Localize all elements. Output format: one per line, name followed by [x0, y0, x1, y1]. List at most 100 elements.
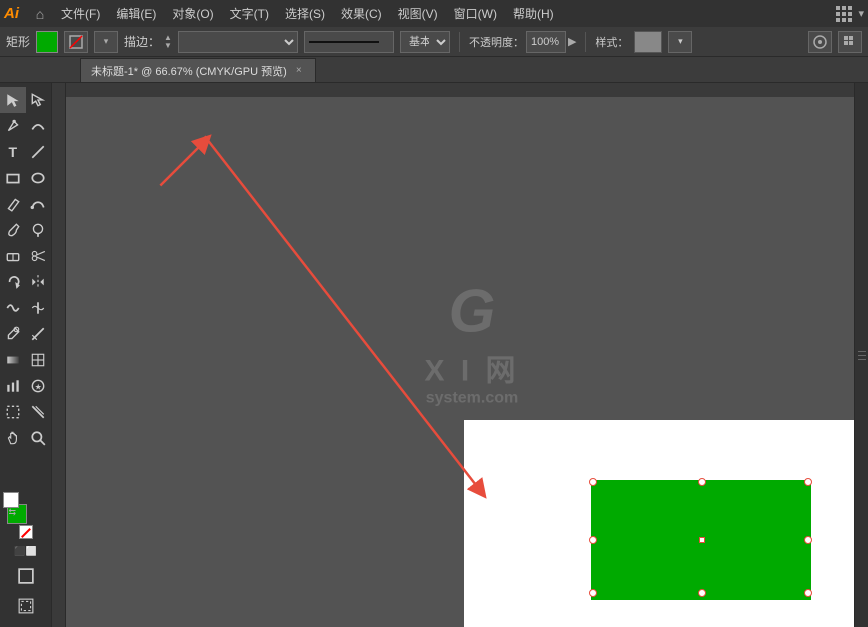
- ruler-top: /* ruler ticks */: [52, 83, 854, 97]
- ellipse-tool-btn[interactable]: [26, 165, 52, 191]
- snap-label: 描边：: [124, 33, 160, 50]
- opacity-icon[interactable]: [808, 31, 832, 53]
- swap-colors-btn[interactable]: ⇆: [9, 507, 17, 518]
- tool-row-type: T: [0, 139, 51, 165]
- tool-row-pen: [0, 113, 51, 139]
- app-logo: Ai: [4, 5, 19, 22]
- blob-brush-tool-btn[interactable]: [26, 217, 52, 243]
- tool-row-hand: [0, 425, 51, 451]
- rotate-tool-btn[interactable]: [0, 269, 26, 295]
- measure-tool-btn[interactable]: [26, 321, 52, 347]
- reflect-tool-btn[interactable]: [26, 269, 52, 295]
- width-tool-btn[interactable]: [26, 295, 52, 321]
- fill-color-box[interactable]: [36, 31, 58, 53]
- properties-toolbar: 矩形 ▾ 描边： ▲▼ 基本 不透明度： ▶ 样式： ▾: [0, 27, 868, 57]
- eraser-tool-btn[interactable]: [0, 243, 26, 269]
- draw-behind-mode-btn[interactable]: [13, 593, 39, 619]
- smooth-tool-btn[interactable]: [26, 191, 52, 217]
- stroke-none-icon[interactable]: [64, 31, 88, 53]
- panel-icon[interactable]: [838, 31, 862, 53]
- warp-tool-btn[interactable]: [0, 295, 26, 321]
- chart-tool-btn[interactable]: [0, 373, 26, 399]
- tab-close-button[interactable]: ×: [293, 65, 305, 77]
- selection-tool-btn[interactable]: [0, 87, 26, 113]
- stroke-input[interactable]: [304, 31, 394, 53]
- separator-1: [459, 32, 460, 52]
- eyedropper-tool-btn[interactable]: [0, 321, 26, 347]
- artboard-tool-btn[interactable]: [0, 399, 26, 425]
- menu-select[interactable]: 选择(S): [277, 3, 333, 24]
- menu-right: ▾: [836, 6, 864, 22]
- main-layout: T: [0, 83, 868, 627]
- type-tool-btn[interactable]: T: [0, 139, 26, 165]
- tool-row-artboard: [0, 399, 51, 425]
- menu-help[interactable]: 帮助(H): [505, 3, 562, 24]
- menu-file[interactable]: 文件(F): [53, 3, 108, 24]
- selection-handle-mid-left[interactable]: [589, 536, 597, 544]
- selection-handle-bottom-mid[interactable]: [698, 589, 706, 597]
- selection-handle-mid-right[interactable]: [804, 536, 812, 544]
- gradient-tool-btn[interactable]: [0, 347, 26, 373]
- menu-view[interactable]: 视图(V): [390, 3, 446, 24]
- tool-row-eyedropper: [0, 321, 51, 347]
- opacity-input[interactable]: [526, 31, 566, 53]
- background-color-swatch[interactable]: [3, 492, 19, 508]
- stroke-style-select[interactable]: 基本: [400, 31, 450, 53]
- mesh-tool-btn[interactable]: [26, 347, 52, 373]
- pen-tool-btn[interactable]: [0, 113, 26, 139]
- hand-tool-btn[interactable]: [0, 425, 26, 451]
- symbol-tool-btn[interactable]: ★: [26, 373, 52, 399]
- draw-normal-mode-btn[interactable]: [13, 563, 39, 589]
- tab-title: 未标题-1* @ 66.67% (CMYK/GPU 预览): [91, 63, 287, 79]
- selection-handle-bottom-right[interactable]: [804, 589, 812, 597]
- slice-tool-btn[interactable]: [26, 399, 52, 425]
- tool-row-gradient: [0, 347, 51, 373]
- style-color-preview[interactable]: [634, 31, 662, 53]
- right-panel: [854, 83, 868, 627]
- menu-effect[interactable]: 效果(C): [333, 3, 390, 24]
- zoom-tool-btn[interactable]: [26, 425, 52, 451]
- reset-colors-btn[interactable]: ⬛⬜: [14, 546, 36, 557]
- snap-stepper[interactable]: ▲▼: [164, 34, 172, 50]
- tool-row-warp: [0, 295, 51, 321]
- scissors-tool-btn[interactable]: [26, 243, 52, 269]
- curvature-tool-btn[interactable]: [26, 113, 52, 139]
- home-icon[interactable]: ⌂: [27, 1, 53, 27]
- selection-handle-top-mid[interactable]: [698, 478, 706, 486]
- style-label: 样式：: [595, 34, 628, 50]
- tool-row-brush: [0, 217, 51, 243]
- tool-row-1: [0, 87, 51, 113]
- tool-row-transform: [0, 269, 51, 295]
- ruler-left: [52, 83, 66, 627]
- menu-window[interactable]: 窗口(W): [446, 3, 505, 24]
- menu-object[interactable]: 对象(O): [164, 3, 221, 24]
- color-swatches: ⇆ ⬛⬜: [3, 482, 49, 559]
- menu-edit[interactable]: 编辑(E): [108, 3, 164, 24]
- style-dropdown[interactable]: ▾: [668, 31, 692, 53]
- none-swatch[interactable]: [19, 525, 33, 539]
- tool-row-eraser: [0, 243, 51, 269]
- selection-handle-top-right[interactable]: [804, 478, 812, 486]
- direct-selection-tool-btn[interactable]: [26, 87, 52, 113]
- opacity-label: 不透明度：: [469, 34, 524, 50]
- tool-row-shape: [0, 165, 51, 191]
- workspace-arrow: ▾: [858, 7, 864, 20]
- white-canvas: [464, 420, 854, 627]
- document-tab[interactable]: 未标题-1* @ 66.67% (CMYK/GPU 预览) ×: [80, 58, 316, 82]
- tab-bar: 未标题-1* @ 66.67% (CMYK/GPU 预览) ×: [0, 57, 868, 83]
- selection-handle-top-left[interactable]: [589, 478, 597, 486]
- workspace-grid-icon[interactable]: [836, 6, 852, 22]
- menu-text[interactable]: 文字(T): [222, 3, 277, 24]
- opacity-arrow[interactable]: ▶: [568, 35, 576, 48]
- pencil-tool-btn[interactable]: [0, 191, 26, 217]
- tool-row-chart: ★: [0, 373, 51, 399]
- line-tool-btn[interactable]: [26, 139, 52, 165]
- brush-tool-btn[interactable]: [0, 217, 26, 243]
- canvas-area[interactable]: /* ruler ticks */ G X I 网 system.com: [52, 83, 854, 627]
- snap-select[interactable]: [178, 31, 298, 53]
- rectangle-tool-btn[interactable]: [0, 165, 26, 191]
- selection-handle-bottom-left[interactable]: [589, 589, 597, 597]
- selected-object-container: [579, 472, 824, 607]
- selection-center-dot: [699, 537, 705, 543]
- stroke-color-dropdown[interactable]: ▾: [94, 31, 118, 53]
